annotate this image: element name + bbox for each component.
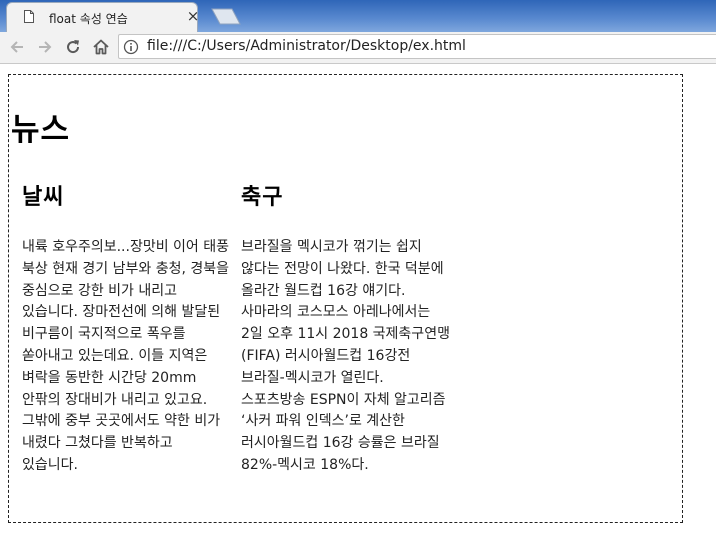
browser-tab[interactable]: float 속성 연습 × [6, 2, 199, 32]
soccer-column: 축구 브라질을 멕시코가 꺾기는 쉽지 않다는 전망이 나왔다. 한국 덕분에 … [241, 185, 451, 477]
back-button[interactable] [6, 36, 28, 58]
weather-text: 내륙 호우주의보...장맛비 이어 태풍 북상 현재 경기 남부와 충청, 경북… [22, 239, 230, 473]
weather-title: 날씨 [22, 185, 65, 210]
soccer-title: 축구 [241, 185, 284, 210]
page-heading: 뉴스 [11, 112, 71, 148]
page-viewport: 뉴스 날씨 내륙 호우주의보...장맛비 이어 태풍 북상 현재 경기 남부와 … [0, 64, 716, 555]
reload-icon [67, 40, 80, 54]
forward-button[interactable] [34, 36, 56, 58]
arrow-right-icon [39, 41, 52, 53]
arrow-left-icon [10, 41, 23, 53]
news-container: 뉴스 날씨 내륙 호우주의보...장맛비 이어 태풍 북상 현재 경기 남부와 … [8, 74, 683, 523]
tab-strip: float 속성 연습 × [0, 0, 716, 32]
address-bar[interactable]: file:///C:/Users/Administrator/Desktop/e… [118, 34, 716, 59]
browser-toolbar: file:///C:/Users/Administrator/Desktop/e… [0, 32, 716, 64]
close-tab-icon[interactable]: × [184, 7, 202, 25]
url-text[interactable]: file:///C:/Users/Administrator/Desktop/e… [147, 38, 466, 54]
new-tab-button[interactable] [208, 8, 242, 25]
reload-button[interactable] [62, 36, 84, 58]
weather-column: 날씨 내륙 호우주의보...장맛비 이어 태풍 북상 현재 경기 남부와 충청,… [22, 185, 232, 477]
soccer-text: 브라질을 멕시코가 꺾기는 쉽지 않다는 전망이 나왔다. 한국 덕분에 올라간… [241, 239, 450, 473]
document-icon [24, 10, 34, 23]
tab-title: float 속성 연습 [49, 12, 128, 26]
home-button[interactable] [90, 36, 112, 58]
info-icon[interactable] [123, 39, 139, 55]
home-icon [93, 39, 109, 55]
